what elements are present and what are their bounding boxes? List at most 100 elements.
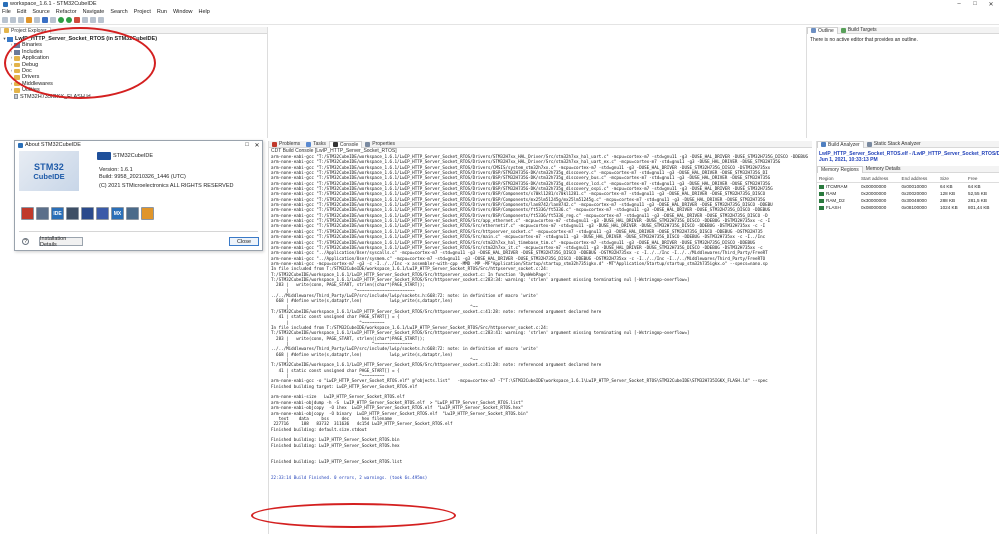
cell-end: 0x30048000	[901, 198, 927, 203]
forward-icon[interactable]	[98, 17, 104, 23]
save-icon[interactable]	[10, 17, 16, 23]
new-icon[interactable]	[2, 17, 8, 23]
cell-region: ITCMRAM	[817, 183, 859, 191]
table-row[interactable]: RAM_D2 0x30000000 0x30048000 288 KB 281,5 KB	[817, 197, 999, 204]
back-icon[interactable]	[90, 17, 96, 23]
build-analyzer-panel: Build Analyzer Static Stack Analyzer LwI…	[816, 140, 999, 534]
tab-static-stack-analyzer[interactable]: Static Stack Analyzer	[864, 141, 924, 148]
plugin-icon[interactable]: IDE	[51, 207, 64, 220]
tab-build-targets[interactable]: Build Targets	[838, 27, 880, 34]
about-dialog: About STM32CubeIDE □ ✕ STM32 CubeIDE STM…	[14, 140, 263, 251]
cell-size: 128 KB	[940, 191, 956, 196]
maximize-button[interactable]: □	[967, 1, 983, 8]
dialog-maximize-button[interactable]: □	[242, 142, 252, 149]
tab-build-analyzer[interactable]: Build Analyzer	[817, 140, 864, 148]
build-hammer-icon[interactable]	[26, 17, 32, 23]
problems-icon	[272, 141, 277, 147]
column-header[interactable]: Free	[966, 175, 999, 183]
table-row[interactable]: ITCMRAM 0x00000000 0x00010000 64 KB 64 KB	[817, 183, 999, 191]
target-icon	[840, 27, 846, 33]
outline-tabstrip: Outline Build Targets	[807, 26, 999, 34]
tab-memory-details[interactable]: Memory Details	[863, 166, 904, 173]
console-line: arm-none-eabi-gcc "T:/STM32CubeIDE/works…	[271, 159, 781, 165]
about-dialog-title: About STM32CubeIDE	[25, 142, 81, 148]
cell-end: 0x08100000	[901, 205, 927, 210]
debug-icon[interactable]	[58, 17, 64, 23]
cell-start: 0x30000000	[860, 198, 887, 203]
build-date-line: Jun 1, 2021, 10:33:13 PM	[819, 157, 878, 163]
memory-table-header: Region Start address End address Size Free	[817, 175, 999, 183]
menu-item-source[interactable]: Source	[32, 9, 49, 15]
external-tools-icon[interactable]	[74, 17, 80, 23]
plugin-icon[interactable]	[141, 207, 154, 220]
help-icon[interactable]: ?	[22, 238, 29, 245]
column-header[interactable]: End address	[899, 175, 939, 183]
plugin-icon[interactable]	[96, 207, 109, 220]
device-config-icon[interactable]	[42, 17, 48, 23]
banner-subtitle: CubeIDE	[33, 171, 65, 181]
stack-icon	[866, 141, 872, 147]
console-line: arm-none-eabi-gcc "T:/STM32CubeIDE/works…	[271, 191, 766, 197]
app-icon	[3, 1, 8, 7]
tab-problems[interactable]: Problems	[269, 141, 303, 148]
menu-item-run[interactable]: Run	[157, 9, 167, 15]
plugin-icon[interactable]	[66, 207, 79, 220]
menu-item-navigate[interactable]: Navigate	[83, 9, 105, 15]
region-icon	[819, 191, 824, 196]
plugin-icon[interactable]	[36, 207, 49, 220]
tab-properties[interactable]: Properties	[362, 141, 398, 148]
menu-item-file[interactable]: File	[2, 9, 11, 15]
column-header[interactable]: Region	[817, 175, 859, 183]
memory-regions-table: Region Start address End address Size Free I…	[817, 175, 999, 211]
tab-outline[interactable]: Outline	[807, 26, 838, 34]
file-icon	[14, 94, 18, 100]
table-row[interactable]: FLASH 0x08000000 0x08100000 1024 KB 801,44 K…	[817, 204, 999, 211]
plugin-icon[interactable]: MX	[111, 207, 124, 220]
menu-item-search[interactable]: Search	[110, 9, 127, 15]
column-header[interactable]: Size	[938, 175, 967, 183]
search-icon[interactable]	[50, 17, 56, 23]
cell-end: 0x20020000	[901, 191, 927, 196]
console-line: arm-none-eabi-gcc "T:/STM32CubeIDE/works…	[271, 175, 771, 181]
close-button[interactable]: Close	[229, 237, 259, 246]
cell-start: 0x00000000	[860, 184, 887, 189]
tasks-icon	[306, 141, 312, 147]
product-banner: STM32 CubeIDE	[19, 151, 79, 191]
menu-item-help[interactable]: Help	[199, 9, 210, 15]
plugin-icon[interactable]	[21, 207, 34, 220]
run-icon[interactable]	[66, 17, 72, 23]
project-icon	[7, 36, 13, 42]
cell-free: 64 KB	[968, 184, 981, 189]
outline-panel: Outline Build Targets There is no active…	[806, 26, 999, 138]
console-line: arm-none-eabi-gcc -o "LwIP_HTTP_Server_S…	[271, 378, 768, 384]
tab-memory-regions[interactable]: Memory Regions	[817, 165, 863, 173]
column-header[interactable]: Start address	[858, 175, 900, 183]
minimize-button[interactable]: –	[951, 1, 967, 8]
cell-region: FLASH	[817, 204, 859, 211]
properties-icon	[365, 141, 371, 147]
build-console-output[interactable]: arm-none-eabi-gcc "T:/STM32CubeIDE/works…	[269, 154, 812, 540]
plugin-icon[interactable]	[126, 207, 139, 220]
table-row[interactable]: RAM 0x20000000 0x20020000 128 KB 52,55 KB	[817, 190, 999, 197]
cell-free: 52,55 KB	[968, 191, 987, 196]
build-config-icon[interactable]	[34, 17, 40, 23]
tree-item[interactable]: STM32H735IGKX_FLASH.ld	[2, 94, 265, 100]
analyzer-tabstrip: Build Analyzer Static Stack Analyzer	[817, 140, 999, 148]
dialog-close-icon[interactable]: ✕	[252, 142, 262, 149]
annotation-circle-build-finished	[251, 503, 456, 528]
close-window-button[interactable]: ✕	[983, 1, 999, 8]
plugin-icon[interactable]	[81, 207, 94, 220]
banner-title: STM32	[33, 161, 64, 172]
menu-item-project[interactable]: Project	[134, 9, 151, 15]
window-title: workspace_1.6.1 - STM32CubeIDE	[10, 1, 97, 7]
menu-item-window[interactable]: Window	[173, 9, 193, 15]
cell-free: 801,44 KB	[968, 205, 990, 210]
cell-start: 0x08000000	[860, 205, 887, 210]
installation-details-button[interactable]: Installation Details	[39, 236, 83, 248]
menu-item-edit[interactable]: Edit	[17, 9, 26, 15]
open-type-icon[interactable]	[82, 17, 88, 23]
tab-console[interactable]: Console	[328, 140, 363, 148]
tab-tasks[interactable]: Tasks	[303, 141, 329, 148]
save-all-icon[interactable]	[18, 17, 24, 23]
menu-item-refactor[interactable]: Refactor	[56, 9, 77, 15]
